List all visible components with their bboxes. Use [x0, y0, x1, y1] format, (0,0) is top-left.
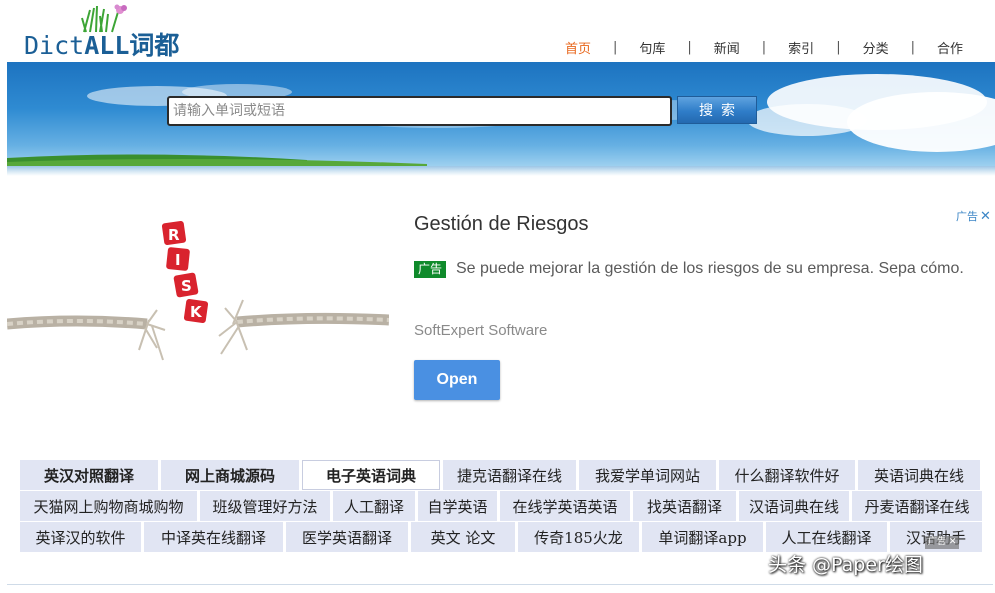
nav-news[interactable]: 新闻: [712, 38, 742, 57]
nav-separator: |: [761, 40, 767, 55]
logo-text-cn: 词都: [129, 31, 180, 60]
die-letter: I: [175, 251, 181, 269]
divider: [7, 584, 993, 585]
ad-advertiser[interactable]: SoftExpert Software: [414, 322, 547, 339]
site-logo[interactable]: DictALL词都: [24, 4, 214, 60]
link-item[interactable]: 汉语词典在线: [739, 491, 849, 521]
top-nav: 首页 | 句库 | 新闻 | 索引 | 分类 | 合作: [563, 38, 965, 57]
link-item[interactable]: 我爱学单词网站: [579, 460, 716, 490]
ad-badge: 广告: [414, 261, 447, 278]
link-item[interactable]: 英译汉的软件: [20, 522, 141, 552]
nav-home[interactable]: 首页: [563, 38, 593, 57]
ad-choices[interactable]: 广告 ✕: [956, 208, 991, 224]
link-item[interactable]: 人工在线翻译: [766, 522, 887, 552]
die-letter: R: [168, 226, 180, 244]
close-icon[interactable]: ✕: [980, 209, 991, 224]
link-item[interactable]: 什么翻译软件好: [719, 460, 855, 490]
link-item[interactable]: 自学英语: [418, 491, 497, 521]
nav-cooperation[interactable]: 合作: [935, 38, 965, 57]
ad-choice-label: 广告: [956, 210, 978, 223]
link-item[interactable]: 人工翻译: [333, 491, 415, 521]
nav-category[interactable]: 分类: [861, 38, 891, 57]
link-item[interactable]: 医学英语翻译: [286, 522, 408, 552]
link-item[interactable]: 英文 论文: [411, 522, 515, 552]
banner-fade: [7, 166, 995, 176]
link-item[interactable]: 班级管理好方法: [200, 491, 330, 521]
ad-risk-rope-image[interactable]: R I S K: [7, 200, 389, 390]
page: DictALL词都 首页 | 句库 | 新闻 | 索引 | 分类 | 合作 搜索: [0, 0, 995, 593]
link-item[interactable]: 捷克语翻译在线: [443, 460, 576, 490]
mini-ad-label[interactable]: 广告 ✕: [925, 536, 960, 549]
nav-sentences[interactable]: 句库: [637, 38, 667, 57]
search-button[interactable]: 搜索: [677, 96, 757, 124]
nav-separator: |: [687, 40, 692, 55]
link-item[interactable]: 丹麦语翻译在线: [852, 491, 982, 521]
nav-separator: |: [910, 40, 915, 55]
ad-open-button[interactable]: Open: [414, 360, 500, 400]
die-letter: S: [181, 277, 192, 295]
link-item[interactable]: 传奇185火龙: [518, 522, 639, 552]
link-item[interactable]: 英语词典在线: [858, 460, 980, 490]
link-item[interactable]: 网上商城源码: [161, 460, 299, 490]
link-item[interactable]: 单词翻译app: [642, 522, 763, 552]
nav-separator: |: [836, 40, 841, 55]
mini-ad-text: 广告: [928, 537, 947, 547]
watermark: 头条 @Paper绘图: [768, 554, 923, 576]
link-item[interactable]: 天猫网上购物商城购物: [20, 491, 197, 521]
nav-separator: |: [612, 40, 618, 55]
logo-text: DictALL词都: [24, 26, 179, 62]
nav-index[interactable]: 索引: [786, 38, 816, 57]
link-item[interactable]: 找英语翻译: [633, 491, 736, 521]
link-item[interactable]: 英汉对照翻译: [20, 460, 158, 490]
link-item[interactable]: 中译英在线翻译: [144, 522, 283, 552]
die-letter: K: [190, 303, 203, 321]
ad-title[interactable]: Gestión de Riesgos: [414, 213, 589, 236]
close-icon[interactable]: ✕: [949, 537, 957, 547]
ad-description[interactable]: Se puede mejorar la gestión de los riesg…: [414, 258, 979, 280]
logo-text-latin: Dict: [24, 31, 85, 60]
link-item[interactable]: 在线学英语英语: [500, 491, 630, 521]
search-input[interactable]: [167, 96, 672, 126]
logo-text-all: ALL: [84, 31, 130, 60]
link-item[interactable]: 电子英语词典: [302, 460, 440, 490]
